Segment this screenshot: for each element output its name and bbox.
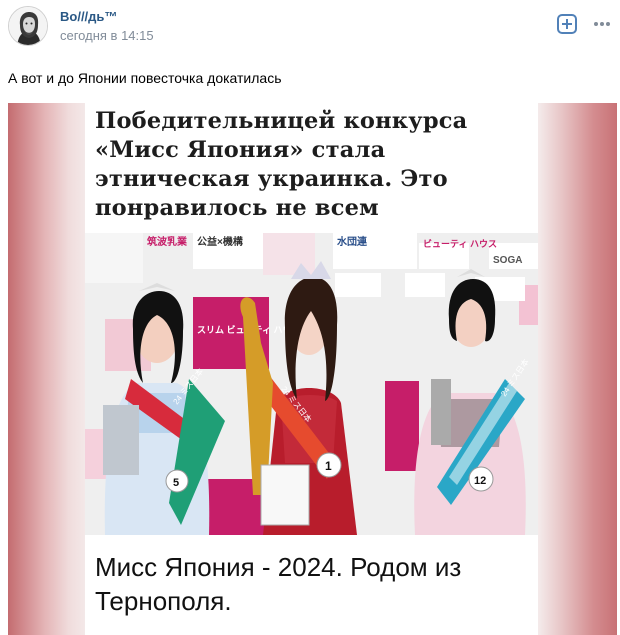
- image-blur-edge: [539, 103, 617, 635]
- caption: Мисс Япония - 2024. Родом из Тернополя.: [95, 550, 535, 618]
- news-card: Победительницей конкурса «Мисс Япония» с…: [85, 103, 538, 635]
- pageant-photo: 筑波乳業 公益×機構 水団連 ビューティ ハウス SOGA スリム ビューティ …: [85, 233, 538, 535]
- number-badge: 1: [325, 459, 332, 473]
- post-text: А вот и до Японии повесточка докатилась: [8, 70, 282, 86]
- headline-line: «Мисс Япония» стала: [95, 137, 386, 163]
- sponsor-label: 水団連: [336, 235, 368, 248]
- post-header: Во///дь™ сегодня в 14:15: [0, 0, 620, 60]
- plus-icon: [562, 19, 572, 29]
- more-dots-icon: [594, 22, 598, 26]
- author-avatar[interactable]: [8, 6, 48, 46]
- headline-line: понравилось не всем: [95, 195, 379, 221]
- avatar-portrait-icon: [9, 7, 47, 45]
- author-name[interactable]: Во///дь™: [60, 9, 117, 24]
- add-button[interactable]: [557, 14, 577, 34]
- more-button[interactable]: [592, 14, 612, 34]
- sponsor-label: ビューティ ハウス: [423, 238, 497, 249]
- post-image[interactable]: Победительницей конкурса «Мисс Япония» с…: [8, 103, 617, 635]
- caption-line: Тернополя.: [95, 586, 232, 616]
- headline: Победительницей конкурса «Мисс Япония» с…: [95, 107, 535, 223]
- number-badge: 5: [173, 477, 179, 489]
- sponsor-label: 公益×機構: [197, 235, 243, 248]
- caption-line: Мисс Япония - 2024. Родом из: [95, 552, 462, 582]
- headline-line: этническая украинка. Это: [95, 166, 448, 192]
- post-time[interactable]: сегодня в 14:15: [60, 28, 154, 43]
- headline-line: Победительницей конкурса: [95, 108, 468, 134]
- number-badge: 12: [474, 475, 486, 487]
- sponsor-label: 筑波乳業: [147, 235, 188, 248]
- sponsor-label: SOGA: [493, 255, 522, 266]
- pageant-photo-illustration: 筑波乳業 公益×機構 水団連 ビューティ ハウス SOGA スリム ビューティ …: [85, 233, 538, 535]
